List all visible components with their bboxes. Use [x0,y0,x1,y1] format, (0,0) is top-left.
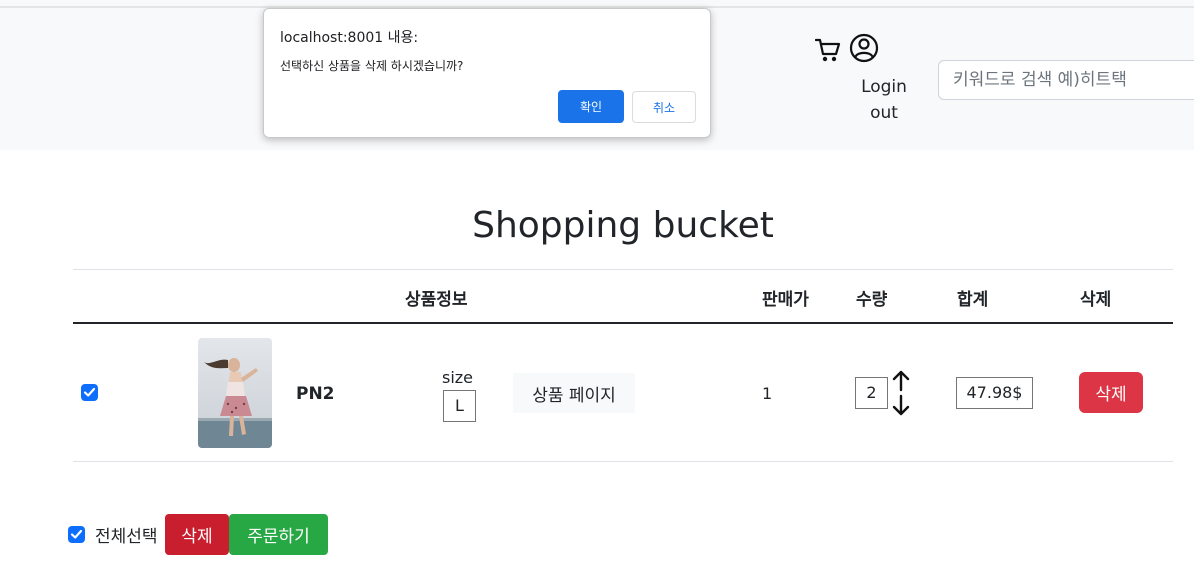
product-page-button[interactable]: 상품 페이지 [513,373,635,413]
check-icon [70,529,83,539]
table-top-border [73,269,1173,270]
select-all-checkbox[interactable] [68,526,85,543]
dialog-title: localhost:8001 내용: [280,30,419,46]
cart-icon[interactable] [814,37,841,63]
size-value: L [443,390,476,422]
order-button[interactable]: 주문하기 [229,514,328,555]
dialog-cancel-button[interactable]: 취소 [632,91,696,123]
row-delete-button[interactable]: 삭제 [1079,372,1143,413]
logout-link[interactable]: Login out [852,74,916,126]
page-title: Shopping bucket [472,205,774,246]
search-input[interactable] [938,60,1194,100]
quantity-value[interactable]: 2 [855,377,888,409]
row-checkbox[interactable] [81,384,98,401]
check-icon [83,387,96,397]
header-price: 판매가 [762,290,809,310]
quantity-arrows-icon[interactable] [891,369,911,417]
size-label: size [442,368,474,387]
user-icon[interactable] [849,33,879,63]
select-all-label[interactable]: 전체선택 [95,522,158,547]
dialog-message: 선택하신 상품을 삭제 하시겠습니까? [280,59,464,73]
header-total: 합계 [957,290,989,310]
product-image[interactable] [198,338,272,448]
product-name: PN2 [296,384,335,404]
header-delete: 삭제 [1080,290,1112,310]
confirm-dialog: localhost:8001 내용: 선택하신 상품을 삭제 하시겠습니까? 확… [263,8,711,138]
delete-selected-button[interactable]: 삭제 [165,514,229,555]
header-quantity: 수량 [856,290,888,310]
table-header-border [73,322,1173,324]
table-bottom-border [73,461,1173,462]
price-value: 1 [762,384,773,403]
header-product-info: 상품정보 [405,290,468,310]
login-label: Login [861,77,907,97]
out-label: out [870,103,898,123]
total-value: 47.98$ [956,377,1033,409]
dialog-ok-button[interactable]: 확인 [558,90,624,123]
